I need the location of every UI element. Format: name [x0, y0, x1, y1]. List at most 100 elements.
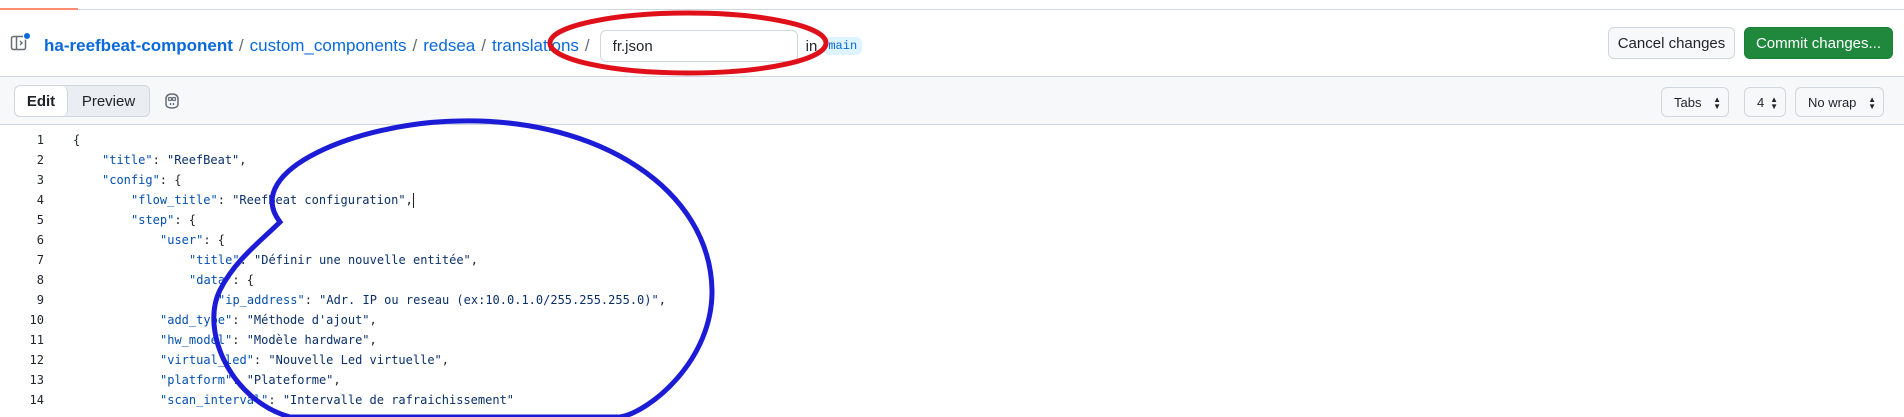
json-string: "Nouvelle Led virtuelle"	[268, 353, 442, 367]
indent-size-select[interactable]: 4 ▲ ▼	[1744, 87, 1786, 117]
wrap-mode-value: No wrap	[1808, 94, 1857, 110]
json-punctuation: ,	[369, 333, 377, 347]
json-key: "virtual_led"	[160, 353, 254, 367]
json-punctuation: :	[304, 293, 320, 307]
json-key: "add_type"	[160, 313, 233, 327]
json-string: "ReefBeat configuration"	[232, 192, 406, 207]
editor-toolbar: Edit Preview Tabs ▲ ▼ 4 ▲ ▼ No wrap ▲ ▼	[0, 77, 1904, 125]
json-string: "Méthode d'ajout"	[246, 313, 370, 327]
json-punctuation: ,	[441, 353, 449, 367]
filename-input[interactable]	[599, 30, 798, 62]
code-line-text: "title": "ReefBeat",	[102, 153, 247, 167]
json-key: "hw_model"	[160, 333, 233, 347]
json-punctuation: :	[232, 313, 247, 327]
text-caret	[412, 192, 414, 208]
notification-dot	[23, 32, 31, 40]
indent-mode-value: Tabs	[1674, 94, 1702, 110]
indent-mode-select[interactable]: Tabs ▲ ▼	[1661, 87, 1729, 117]
json-key: "step"	[131, 213, 175, 227]
code-line: 14 "scan_interval": "Intervalle de rafrai…	[0, 390, 1904, 410]
code-line-text: "virtual_led": "Nouvelle Led virtuelle",	[160, 353, 449, 367]
breadcrumb-separator: /	[412, 36, 418, 55]
json-string: "Modèle hardware"	[246, 333, 370, 347]
code-line-text: "title": "Définir une nouvelle entitée",	[189, 253, 478, 267]
line-number: 9	[36, 293, 44, 307]
json-key: "data"	[189, 273, 233, 287]
line-number: 1	[36, 133, 44, 147]
code-line-text: "data": {	[189, 273, 254, 287]
code-line: 10 "add_type": "Méthode d'ajout",	[0, 310, 1904, 330]
json-key: "platform"	[160, 373, 233, 387]
cancel-changes-button[interactable]: Cancel changes	[1608, 27, 1735, 59]
line-number: 7	[36, 253, 44, 267]
breadcrumb-separator: /	[238, 36, 244, 55]
breadcrumb-repo-link[interactable]: ha-reefbeat-component	[44, 36, 233, 56]
tab-preview[interactable]: Preview	[68, 86, 149, 116]
json-string: "Adr. IP ou reseau (ex:10.0.1.0/255.255.…	[319, 293, 659, 307]
breadcrumb-link-translations[interactable]: translations	[492, 36, 579, 56]
code-line: 3 "config": {	[0, 170, 1904, 190]
json-punctuation: : {	[232, 273, 255, 287]
indent-size-value: 4	[1757, 94, 1765, 110]
json-punctuation: : {	[203, 233, 226, 247]
code-line: 9 "ip_address": "Adr. IP ou reseau (ex:10…	[0, 290, 1904, 310]
code-line: 4 "flow_title": "ReefBeat configuration",	[0, 190, 1904, 210]
edit-preview-toggle: Edit Preview	[14, 85, 150, 117]
breadcrumb-link-custom-components[interactable]: custom_components	[250, 36, 407, 56]
line-number: 6	[36, 233, 44, 247]
wrap-mode-select[interactable]: No wrap ▲ ▼	[1795, 87, 1884, 117]
code-line-text: "scan_interval": "Intervalle de rafraich…	[160, 393, 514, 407]
code-line-text: "add_type": "Méthode d'ajout",	[160, 313, 377, 327]
code-line: 7 "title": "Définir une nouvelle entitée"…	[0, 250, 1904, 270]
json-string: "ReefBeat"	[167, 153, 240, 167]
tab-edit[interactable]: Edit	[15, 86, 68, 116]
json-punctuation: : {	[174, 213, 197, 227]
line-number: 5	[36, 213, 44, 227]
editor-header: ha-reefbeat-component / custom_component…	[0, 10, 1904, 76]
breadcrumb-link-redsea[interactable]: redsea	[423, 36, 475, 56]
breadcrumb-separator: /	[584, 36, 590, 55]
json-punctuation: :	[232, 333, 247, 347]
sidebar-toggle-icon[interactable]	[10, 32, 31, 54]
json-key: "ip_address"	[218, 293, 305, 307]
copilot-icon[interactable]	[162, 92, 182, 110]
json-punctuation: :	[152, 153, 168, 167]
json-key: "title"	[189, 253, 240, 267]
json-punctuation: ,	[470, 253, 479, 267]
code-line-text: "hw_model": "Modèle hardware",	[160, 333, 377, 347]
json-punctuation: : {	[159, 173, 182, 187]
json-key: "user"	[160, 233, 204, 247]
code-line-text: "user": {	[160, 233, 225, 247]
json-punctuation: ,	[333, 373, 341, 387]
code-editor: Edit Preview Tabs ▲ ▼ 4 ▲ ▼ No wrap ▲ ▼ 1{ 2…	[0, 76, 1904, 417]
json-string: "Plateforme"	[246, 373, 334, 387]
commit-changes-button[interactable]: Commit changes...	[1744, 27, 1893, 59]
code-line: 8 "data": {	[0, 270, 1904, 290]
json-punctuation: ,	[405, 192, 413, 207]
code-line-text: "step": {	[131, 213, 196, 227]
breadcrumb-separator: /	[481, 36, 486, 55]
in-label: in	[805, 37, 818, 55]
code-line: 1{	[0, 130, 1904, 150]
select-arrows-icon: ▲ ▼	[1713, 95, 1721, 111]
line-number: 13	[29, 373, 44, 387]
line-number: 2	[36, 153, 44, 167]
line-number: 12	[29, 353, 44, 367]
code-line: 12 "virtual_led": "Nouvelle Led virtuelle…	[0, 350, 1904, 370]
code-line: 5 "step": {	[0, 210, 1904, 230]
line-number: 10	[29, 313, 44, 327]
breadcrumb: ha-reefbeat-component / custom_component…	[44, 30, 863, 62]
json-key: "config"	[102, 173, 160, 187]
json-punctuation: ,	[239, 153, 247, 167]
select-arrows-icon: ▲ ▼	[1770, 95, 1778, 111]
line-number: 11	[29, 333, 44, 347]
json-punctuation: :	[232, 373, 247, 387]
json-punctuation: :	[239, 253, 255, 267]
json-punctuation: :	[217, 192, 233, 207]
json-string: "Intervalle de rafraichissement"	[282, 393, 515, 407]
top-nav-strip	[0, 0, 1904, 10]
branch-badge: main	[823, 37, 863, 55]
code-area[interactable]: 1{ 2 "title": "ReefBeat", 3 "config": {4 "flo…	[0, 125, 1904, 417]
json-key: "title"	[102, 153, 153, 167]
json-key: "flow_title"	[131, 192, 218, 207]
